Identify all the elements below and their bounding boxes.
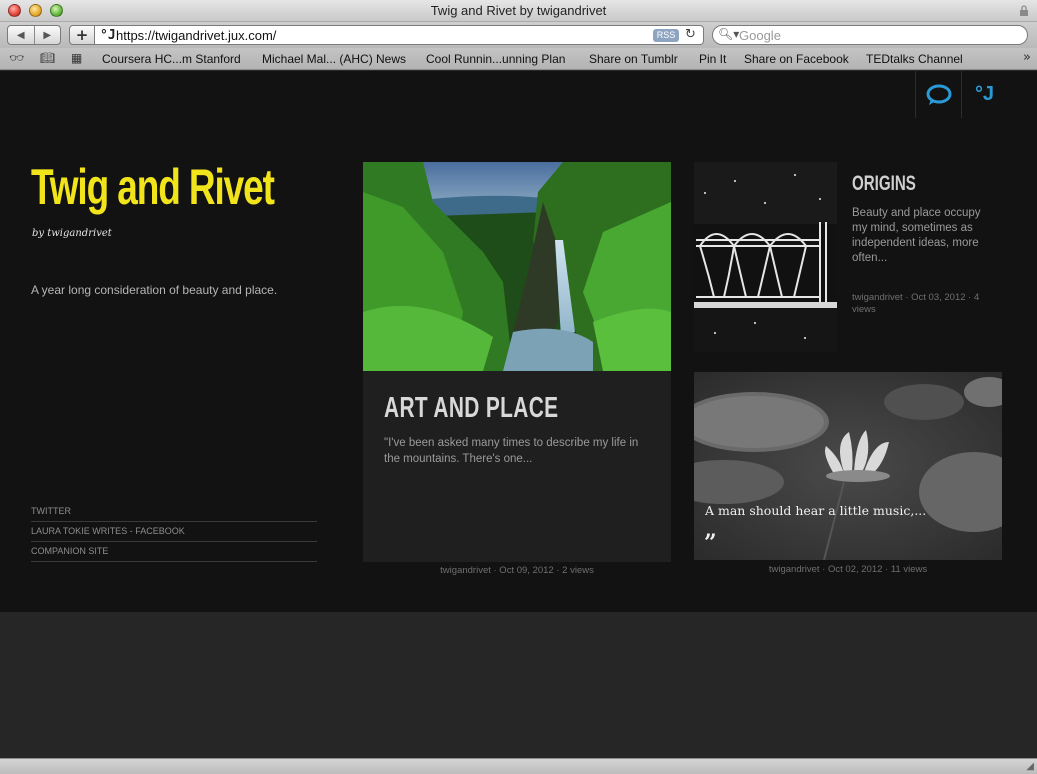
bookmarks-book-icon[interactable]: 📖︎ <box>40 51 55 65</box>
twitter-link[interactable]: TWITTER <box>31 502 317 522</box>
reload-icon[interactable]: ↻ <box>685 27 696 42</box>
top-nav: °J <box>915 71 1007 118</box>
side-links: TWITTER LAURA TOKIE WRITES - FACEBOOK CO… <box>31 502 317 562</box>
companion-site-link[interactable]: COMPANION SITE <box>31 542 317 562</box>
back-button[interactable]: ◀ <box>8 26 35 44</box>
search-input[interactable]: Google <box>739 28 781 43</box>
post-excerpt: Beauty and place occupy my mind, sometim… <box>852 207 981 264</box>
search-icon[interactable]: 🔍︎▾ <box>718 27 739 41</box>
facebook-link[interactable]: LAURA TOKIE WRITES - FACEBOOK <box>31 522 317 542</box>
post-title[interactable]: ART AND PLACE <box>384 392 558 425</box>
comments-button[interactable] <box>915 71 961 118</box>
bookmark-item[interactable]: Cool Runnin...unning Plan <box>426 52 565 66</box>
site-tagline: A year long consideration of beauty and … <box>31 283 278 297</box>
water-lily-photo <box>694 372 1002 560</box>
reading-list-icon[interactable]: 👓︎ <box>9 51 24 65</box>
lock-icon <box>1020 5 1028 16</box>
bookmark-item[interactable]: Pin It <box>699 52 726 66</box>
more-bookmarks-chevron-icon[interactable]: » <box>1023 50 1031 65</box>
bookmark-item[interactable]: Coursera HC...m Stanford <box>102 52 241 66</box>
top-sites-grid-icon[interactable]: ▦ <box>71 51 82 65</box>
bookmark-item[interactable]: Michael Mal... (AHC) News <box>262 52 406 66</box>
speech-bubble-icon <box>926 84 951 105</box>
page-footer-region <box>0 612 1037 758</box>
add-bookmark-button[interactable]: + <box>69 25 95 45</box>
post-title[interactable]: ORIGINS <box>852 172 916 196</box>
history-nav: ◀ ▶ <box>7 25 61 45</box>
bookmark-item[interactable]: TEDtalks Channel <box>866 52 963 66</box>
post-meta: twigandrivet · Oct 02, 2012 · 11 views <box>768 564 928 575</box>
bookmarks-bar: 👓︎ 📖︎ ▦ Coursera HC...m Stanford Michael… <box>0 48 1037 70</box>
jux-logo-button[interactable]: °J <box>961 71 1007 118</box>
post-card-art-and-place[interactable]: ART AND PLACE "I've been asked many time… <box>363 162 671 562</box>
search-field[interactable]: 🔍︎▾ Google <box>712 25 1028 45</box>
resize-grip-icon[interactable]: ◢ <box>1026 761 1034 772</box>
browser-toolbar: ◀ ▶ + °J https://twigandrivet.jux.com/ R… <box>0 22 1037 48</box>
rss-button[interactable]: RSS <box>653 29 679 42</box>
post-excerpt: "I've been asked many times to describe … <box>384 437 639 465</box>
waterfall-photo[interactable] <box>363 162 671 371</box>
address-bar[interactable]: °J https://twigandrivet.jux.com/ RSS ↻ <box>95 25 704 45</box>
post-meta: twigandrivet · Oct 03, 2012 · 4 views <box>852 292 980 315</box>
post-card-quote[interactable]: A man should hear a little music,... ” <box>694 372 1002 560</box>
window-titlebar: Twig and Rivet by twigandrivet <box>0 0 1037 22</box>
status-bar: ◢ <box>0 758 1037 774</box>
site-favicon-icon: °J <box>100 28 116 43</box>
window-title: Twig and Rivet by twigandrivet <box>430 3 607 18</box>
quote-text[interactable]: A man should hear a little music,... <box>705 503 926 518</box>
site-title[interactable]: Twig and Rivet <box>31 158 275 216</box>
post-meta: twigandrivet · Oct 09, 2012 · 2 views <box>440 565 594 576</box>
jux-logo-icon: °J <box>974 83 995 105</box>
site-byline[interactable]: by twigandrivet <box>32 228 112 239</box>
architecture-photo[interactable] <box>694 162 837 352</box>
url-text[interactable]: https://twigandrivet.jux.com/ <box>116 28 276 43</box>
forward-button[interactable]: ▶ <box>35 26 61 44</box>
quote-mark-icon: ” <box>704 530 717 556</box>
bookmark-item[interactable]: Share on Tumblr <box>589 52 678 66</box>
bookmark-item[interactable]: Share on Facebook <box>744 52 849 66</box>
